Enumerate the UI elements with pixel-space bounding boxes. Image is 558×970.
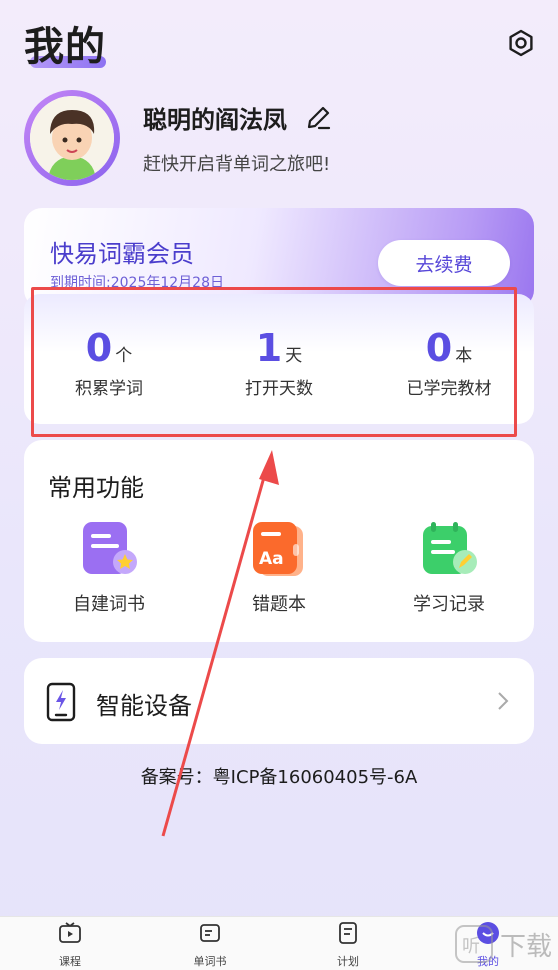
func-label: 自建词书 — [73, 594, 145, 615]
settings-icon — [509, 29, 533, 57]
pencil-icon — [307, 106, 331, 129]
custom-wordbook-icon — [79, 520, 139, 580]
wrong-questions-button[interactable]: Aa 错题本 — [204, 520, 354, 616]
watermark-text: 下载 — [499, 931, 552, 962]
annotation-highlight-box — [31, 287, 517, 437]
username-text: 聪明的阎法凤 — [143, 106, 287, 134]
common-functions-card: 常用功能 自建词书 Aa 错题本 学习记录 — [24, 440, 534, 642]
tablet-device-icon — [46, 682, 76, 722]
avatar-image — [30, 96, 114, 180]
section-title: 常用功能 — [48, 474, 144, 502]
watermark-logo-icon: 听 — [454, 925, 493, 963]
page-title-text: 我的 — [24, 24, 106, 70]
svg-text:Aa: Aa — [259, 549, 284, 569]
settings-button[interactable] — [506, 28, 536, 58]
chevron-right-icon — [498, 692, 509, 710]
edit-profile-button[interactable] — [303, 103, 333, 133]
nav-course[interactable]: 课程 — [30, 921, 110, 969]
page-title: 我的 — [24, 14, 106, 72]
study-record-icon — [419, 520, 479, 580]
avatar[interactable] — [24, 90, 120, 186]
smart-device-row[interactable]: 智能设备 — [24, 658, 534, 744]
renew-button[interactable]: 去续费 — [378, 240, 510, 286]
svg-text:听: 听 — [462, 936, 480, 957]
device-label: 智能设备 — [96, 692, 192, 720]
tv-play-icon — [59, 922, 81, 943]
username: 聪明的阎法凤 — [143, 100, 333, 135]
custom-wordbook-button[interactable]: 自建词书 — [34, 520, 184, 616]
profile-subtitle: 赶快开启背单词之旅吧! — [143, 154, 331, 175]
watermark: 听 下载 — [454, 924, 552, 964]
nav-wordbook[interactable]: 单词书 — [170, 921, 250, 969]
plan-icon — [339, 922, 357, 944]
nav-label: 计划 — [337, 955, 359, 968]
vip-title: 快易词霸会员 — [50, 240, 194, 268]
study-record-button[interactable]: 学习记录 — [374, 520, 524, 616]
nav-plan[interactable]: 计划 — [308, 921, 388, 969]
func-label: 学习记录 — [413, 594, 485, 615]
nav-label: 课程 — [59, 955, 81, 968]
nav-label: 单词书 — [193, 955, 227, 968]
wordbook-icon — [200, 924, 220, 942]
wrong-questions-icon: Aa — [249, 520, 309, 580]
icp-record: 备案号：粤ICP备16060405号-6A — [140, 767, 418, 788]
func-label: 错题本 — [252, 594, 306, 615]
